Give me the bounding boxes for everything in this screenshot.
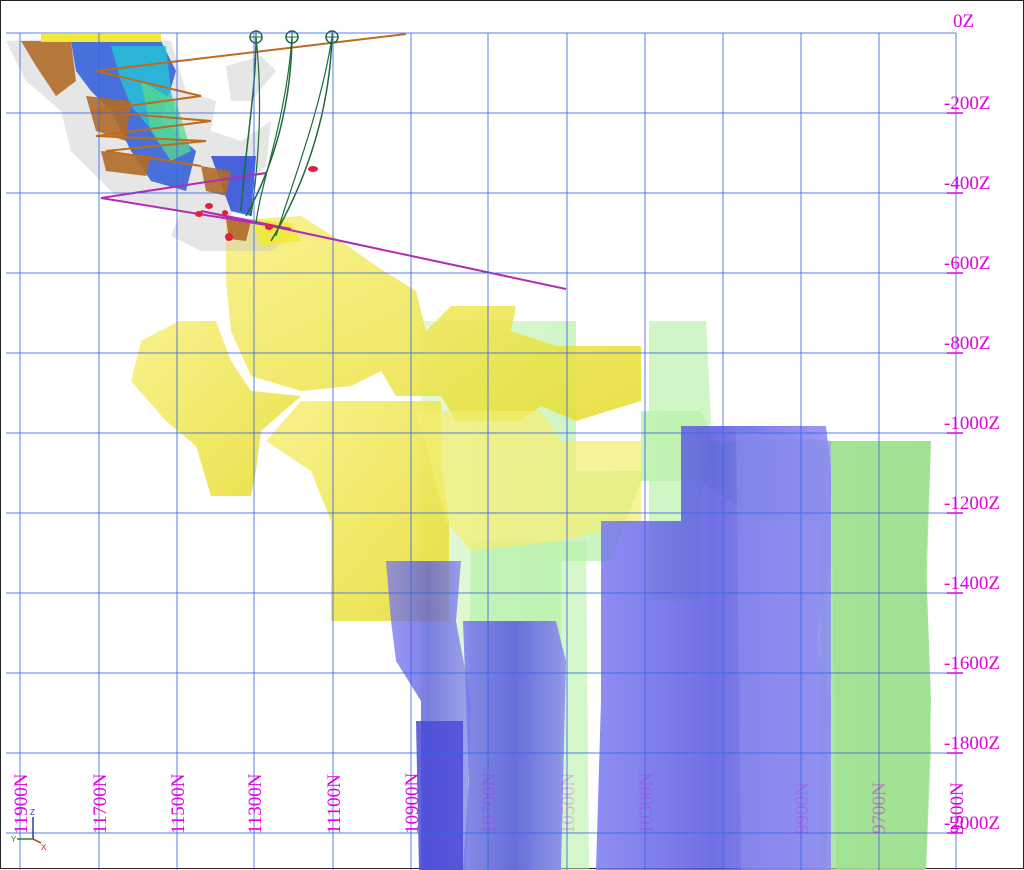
northing-label: 10700N	[479, 773, 500, 835]
elevation-label: -1200Z	[944, 493, 1000, 514]
yellow-surface-pad	[41, 34, 161, 42]
axis-y-label: Y	[11, 835, 17, 844]
drillhole-trace-3	[270, 36, 333, 242]
yellow-orebody-upper	[226, 216, 641, 421]
elevation-label: -800Z	[944, 333, 990, 354]
northing-label: 11700N	[90, 773, 111, 834]
axis-x-label: X	[41, 843, 47, 852]
section-canvas[interactable]: 0Z -200Z -400Z -600Z -800Z -1000Z -1200Z -1400Z…	[1, 1, 1024, 870]
northing-label: 9900N	[792, 782, 813, 834]
northing-label: 11100N	[324, 774, 345, 834]
northing-label: 11900N	[11, 773, 32, 834]
elevation-label: -200Z	[944, 93, 990, 114]
3d-section-viewport[interactable]: 0Z -200Z -400Z -600Z -800Z -1000Z -1200Z -1400Z…	[0, 0, 1024, 870]
elevation-labels: 0Z -200Z -400Z -600Z -800Z -1000Z -1200Z -1400Z…	[944, 11, 1000, 834]
grey-envelope-2	[226, 56, 276, 101]
elevation-label: -1400Z	[944, 573, 1000, 594]
elevation-label: -400Z	[944, 173, 990, 194]
elevation-label: 0Z	[953, 11, 974, 32]
northing-label: 10500N	[558, 773, 579, 835]
elevation-label: -1000Z	[944, 413, 1000, 434]
elevation-label: -600Z	[944, 253, 990, 274]
northing-label: 11300N	[245, 773, 266, 834]
elevation-label: -1800Z	[944, 733, 1000, 754]
blue-column-3	[416, 721, 463, 870]
blue-column-5	[736, 431, 831, 870]
axis-z-label: Z	[30, 808, 35, 817]
drillhole-trace-3b	[275, 36, 333, 237]
northing-label: 11500N	[168, 773, 189, 834]
northing-label: 9700N	[869, 782, 890, 834]
northing-label: 10300N	[636, 773, 657, 835]
elevation-label: -1600Z	[944, 653, 1000, 674]
northing-label: 10900N	[402, 773, 423, 835]
northing-label: 9500N	[947, 782, 968, 834]
